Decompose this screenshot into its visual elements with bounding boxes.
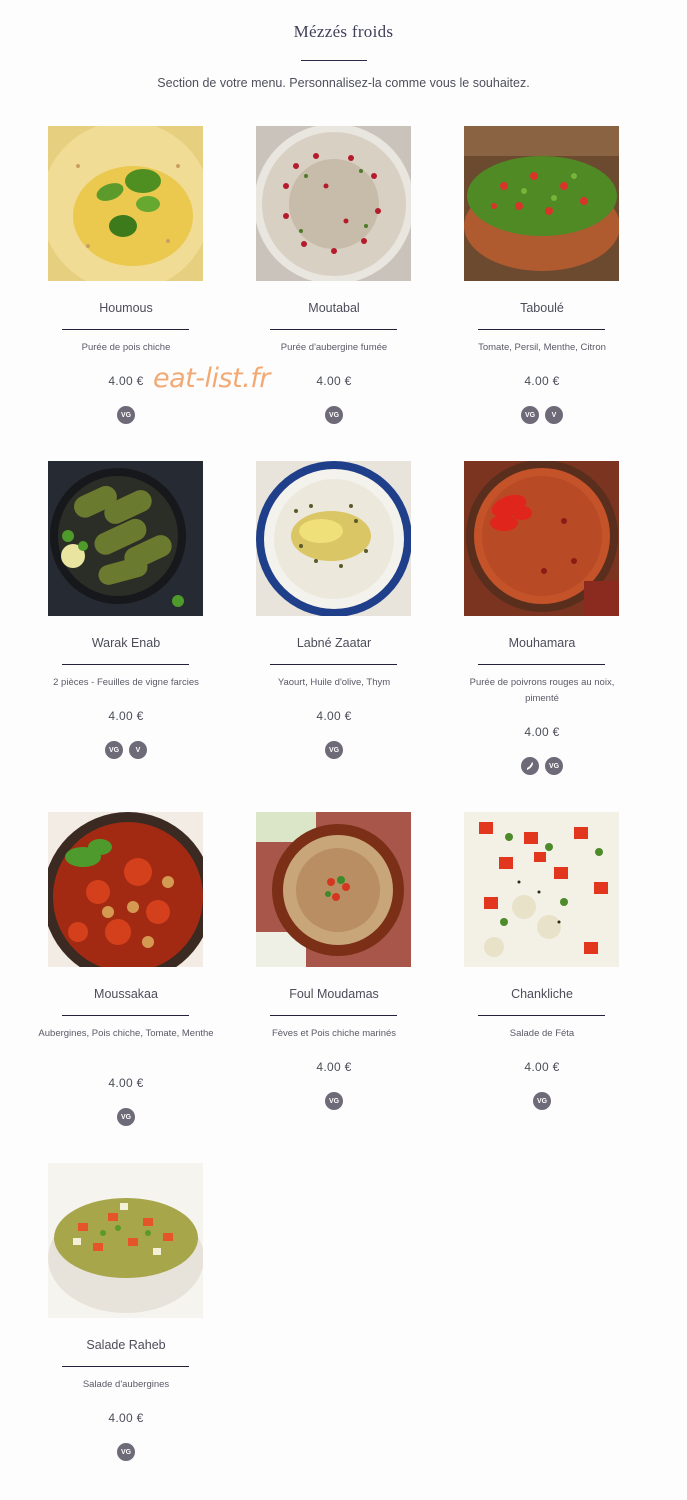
dish-photo[interactable]	[48, 812, 203, 967]
dish-photo[interactable]	[256, 812, 411, 967]
vegan-badge: VG	[325, 406, 343, 424]
vegetarian-badge: V	[545, 406, 563, 424]
dish-divider	[270, 329, 397, 330]
dish-photo[interactable]	[464, 126, 619, 281]
vegan-badge: VG	[533, 1092, 551, 1110]
dish-price: 4.00 €	[108, 1076, 144, 1090]
dish-badges: VG	[256, 406, 412, 424]
dish-divider	[62, 664, 189, 665]
dish-price: 4.00 €	[108, 709, 144, 723]
vegan-badge: VG	[325, 741, 343, 759]
dish-photo[interactable]	[464, 812, 619, 967]
dish-description: 2 pièces - Feuilles de vigne farcies	[53, 677, 199, 688]
dish-price: 4.00 €	[316, 374, 352, 388]
dish-divider	[478, 329, 605, 330]
dish-badges: VG	[48, 1108, 204, 1126]
dish-name: Taboulé	[520, 301, 564, 315]
dish-description: Fèves et Pois chiche marinés	[271, 1028, 397, 1039]
dish-photo[interactable]	[48, 1163, 203, 1318]
dish-description: Salade d'aubergines	[82, 1379, 170, 1390]
labne-zaatar-photo	[256, 461, 411, 616]
dish-divider	[270, 1015, 397, 1016]
moutabal-photo	[256, 126, 411, 281]
dish-description: Purée d'aubergine fumée	[280, 342, 388, 353]
section-title-rule	[301, 60, 367, 61]
dish-photo[interactable]	[48, 461, 203, 616]
dish-divider	[62, 329, 189, 330]
dish-name: Moussakaa	[94, 987, 158, 1001]
houmous-photo	[48, 126, 203, 281]
warak-enab-photo	[48, 461, 203, 616]
dish-photo[interactable]	[464, 461, 619, 616]
vegan-badge: VG	[521, 406, 539, 424]
dish-divider	[62, 1015, 189, 1016]
dish-badges: VG	[256, 741, 412, 759]
dish-badges: VG V	[464, 406, 620, 424]
dish-badges: VG	[48, 1443, 204, 1461]
salade-raheb-photo	[48, 1163, 203, 1318]
dish-description: Yaourt, Huile d'olive, Thym	[277, 677, 391, 688]
dish-divider	[270, 664, 397, 665]
dish-divider	[478, 1015, 605, 1016]
dish-badges: VG	[464, 1092, 620, 1110]
chankliche-photo	[464, 812, 619, 967]
dish-divider	[62, 1366, 189, 1367]
vegan-badge: VG	[117, 406, 135, 424]
taboule-photo	[464, 126, 619, 281]
vegan-badge: VG	[545, 757, 563, 775]
vegetarian-badge: V	[129, 741, 147, 759]
dish-price: 4.00 €	[524, 1060, 560, 1074]
dish-description: Purée de poivrons rouges au noix, piment…	[469, 677, 615, 704]
dish-price: 4.00 €	[524, 725, 560, 739]
dish-name: Houmous	[99, 301, 153, 315]
dish-badges: VG	[464, 757, 620, 775]
dish-description: Salade de Féta	[509, 1028, 575, 1039]
mouhamara-photo	[464, 461, 619, 616]
dish-price: 4.00 €	[524, 374, 560, 388]
dish-badges: VG	[48, 406, 204, 424]
dish-photo[interactable]	[48, 126, 203, 281]
dish-description: Purée de pois chiche	[81, 342, 171, 353]
moussakaa-photo	[48, 812, 203, 967]
dish-name: Warak Enab	[91, 636, 161, 650]
vegan-badge: VG	[105, 741, 123, 759]
dish-description: Aubergines, Pois chiche, Tomate, Menthe	[38, 1028, 214, 1039]
dish-name: Mouhamara	[508, 636, 576, 650]
dish-price: 4.00 €	[108, 1411, 144, 1425]
dish-price: 4.00 €	[316, 709, 352, 723]
dish-badges: VG V	[48, 741, 204, 759]
dish-description: Tomate, Persil, Menthe, Citron	[478, 342, 606, 353]
dish-name: Labné Zaatar	[296, 636, 372, 650]
vegan-badge: VG	[325, 1092, 343, 1110]
pepper-icon	[521, 757, 539, 775]
dish-divider	[478, 664, 605, 665]
dish-name: Chankliche	[511, 987, 573, 1001]
dish-price: 4.00 €	[316, 1060, 352, 1074]
section-description: Section de votre menu. Personnalisez-la …	[157, 76, 530, 90]
foul-moudamas-photo	[256, 812, 411, 967]
dish-photo[interactable]	[256, 461, 411, 616]
dish-name: Moutabal	[308, 301, 360, 315]
watermark: eat-list.fr	[153, 363, 270, 394]
section-title: Mézzés froids	[293, 22, 394, 41]
dish-name: Foul Moudamas	[289, 987, 379, 1001]
dish-name: Salade Raheb	[86, 1338, 166, 1352]
dish-photo[interactable]	[256, 126, 411, 281]
dish-badges: VG	[256, 1092, 412, 1110]
vegan-badge: VG	[117, 1443, 135, 1461]
vegan-badge: VG	[117, 1108, 135, 1126]
